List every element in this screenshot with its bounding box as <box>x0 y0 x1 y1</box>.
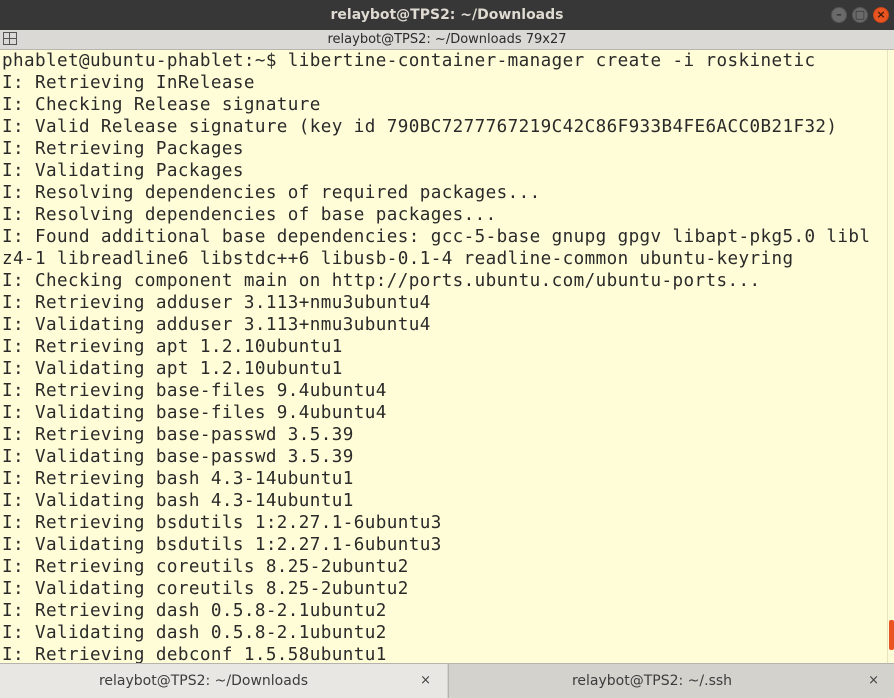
window-title: relaybot@TPS2: ~/Downloads <box>330 7 564 23</box>
terminal-line: I: Validating coreutils 8.25-2ubuntu2 <box>2 579 409 599</box>
terminal-line: I: Retrieving InRelease <box>2 73 255 93</box>
terminal-line: I: Retrieving Packages <box>2 139 244 159</box>
tab-label: relaybot@TPS2: ~/.ssh <box>571 673 733 689</box>
terminal-line: I: Checking Release signature <box>2 95 321 115</box>
window-titlebar[interactable]: relaybot@TPS2: ~/Downloads – □ × <box>0 0 894 30</box>
terminal-line: I: Valid Release signature (key id 790BC… <box>2 117 838 137</box>
terminal-line: I: Retrieving coreutils 8.25-2ubuntu2 <box>2 557 409 577</box>
terminal-line: I: Validating bsdutils 1:2.27.1-6ubuntu3 <box>2 535 442 555</box>
terminal-line: I: Validating adduser 3.113+nmu3ubuntu4 <box>2 315 431 335</box>
terminal-header: relaybot@TPS2: ~/Downloads 79x27 <box>0 30 894 50</box>
tab-close-icon[interactable]: × <box>868 664 879 698</box>
terminal-line: I: Validating bash 4.3-14ubuntu1 <box>2 491 354 511</box>
close-icon[interactable]: × <box>873 7 889 23</box>
terminal-line: I: Validating base-passwd 3.5.39 <box>2 447 354 467</box>
terminal-line: I: Retrieving base-passwd 3.5.39 <box>2 425 354 445</box>
tab-ssh[interactable]: relaybot@TPS2: ~/.ssh × <box>448 664 894 698</box>
maximize-icon[interactable]: □ <box>852 7 868 23</box>
terminal-line: phablet@ubuntu-phablet:~$ libertine-cont… <box>2 51 816 71</box>
terminal-scrollbar[interactable] <box>887 50 894 663</box>
terminal-line: I: Resolving dependencies of base packag… <box>2 205 497 225</box>
terminal-subtitle: relaybot@TPS2: ~/Downloads 79x27 <box>327 32 567 47</box>
tab-close-icon[interactable]: × <box>420 664 431 698</box>
terminal-line: I: Retrieving bsdutils 1:2.27.1-6ubuntu3 <box>2 513 442 533</box>
terminal-line: z4-1 libreadline6 libstdc++6 libusb-0.1-… <box>2 249 794 269</box>
terminal-line: I: Resolving dependencies of required pa… <box>2 183 541 203</box>
terminal-line: I: Retrieving debconf 1.5.58ubuntu1 <box>2 645 387 663</box>
terminal-output[interactable]: phablet@ubuntu-phablet:~$ libertine-cont… <box>0 50 887 663</box>
terminal-line: I: Retrieving apt 1.2.10ubuntu1 <box>2 337 343 357</box>
tab-downloads[interactable]: relaybot@TPS2: ~/Downloads × <box>0 664 447 698</box>
terminal-line: I: Validating base-files 9.4ubuntu4 <box>2 403 387 423</box>
terminal-line: I: Retrieving base-files 9.4ubuntu4 <box>2 381 387 401</box>
terminal-line: I: Retrieving bash 4.3-14ubuntu1 <box>2 469 354 489</box>
terminal-text: phablet@ubuntu-phablet:~$ libertine-cont… <box>0 50 887 663</box>
terminal-line: I: Checking component main on http://por… <box>2 271 761 291</box>
terminal-line: I: Found additional base dependencies: g… <box>2 227 871 247</box>
terminal-line: I: Validating apt 1.2.10ubuntu1 <box>2 359 343 379</box>
terminal-line: I: Retrieving dash 0.5.8-2.1ubuntu2 <box>2 601 387 621</box>
terminal-line: I: Validating dash 0.5.8-2.1ubuntu2 <box>2 623 387 643</box>
minimize-icon[interactable]: – <box>831 7 847 23</box>
terminal-line: I: Validating Packages <box>2 161 244 181</box>
tab-bar: relaybot@TPS2: ~/Downloads × relaybot@TP… <box>0 663 894 698</box>
scrollbar-thumb[interactable] <box>889 620 894 650</box>
tab-label: relaybot@TPS2: ~/Downloads <box>98 673 309 689</box>
terminal-line: I: Retrieving adduser 3.113+nmu3ubuntu4 <box>2 293 431 313</box>
